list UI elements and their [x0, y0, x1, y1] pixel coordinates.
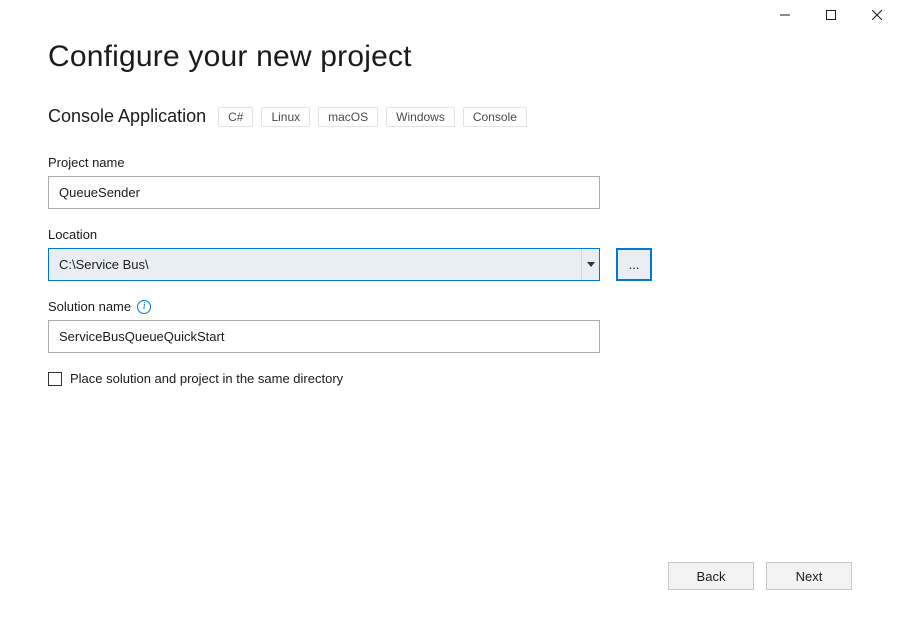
- project-name-label: Project name: [48, 155, 852, 170]
- info-icon[interactable]: i: [137, 300, 151, 314]
- template-tag: Console: [463, 107, 527, 127]
- window-controls: [762, 0, 900, 30]
- close-button[interactable]: [854, 0, 900, 30]
- template-tag: macOS: [318, 107, 378, 127]
- location-dropdown-button[interactable]: [581, 249, 599, 280]
- footer-buttons: Back Next: [668, 562, 852, 590]
- close-icon: [872, 10, 882, 20]
- page-title: Configure your new project: [48, 40, 852, 74]
- next-button[interactable]: Next: [766, 562, 852, 590]
- browse-button[interactable]: ...: [616, 248, 652, 281]
- template-tag-list: C# Linux macOS Windows Console: [218, 107, 527, 127]
- template-name: Console Application: [48, 106, 206, 127]
- same-directory-checkbox[interactable]: [48, 372, 62, 386]
- location-field: Location C:\Service Bus\ ...: [48, 227, 852, 281]
- template-tag: Windows: [386, 107, 455, 127]
- template-tag: C#: [218, 107, 253, 127]
- location-combobox[interactable]: C:\Service Bus\: [48, 248, 600, 281]
- solution-name-label-text: Solution name: [48, 299, 131, 314]
- chevron-down-icon: [587, 262, 595, 267]
- same-directory-label: Place solution and project in the same d…: [70, 371, 343, 386]
- maximize-icon: [826, 10, 836, 20]
- solution-name-label: Solution name i: [48, 299, 852, 314]
- template-tag: Linux: [261, 107, 310, 127]
- solution-name-input[interactable]: [48, 320, 600, 353]
- project-name-input[interactable]: [48, 176, 600, 209]
- location-value: C:\Service Bus\: [49, 257, 581, 272]
- solution-name-field: Solution name i: [48, 299, 852, 353]
- back-button[interactable]: Back: [668, 562, 754, 590]
- same-directory-row: Place solution and project in the same d…: [48, 371, 852, 386]
- maximize-button[interactable]: [808, 0, 854, 30]
- minimize-button[interactable]: [762, 0, 808, 30]
- location-label: Location: [48, 227, 852, 242]
- template-summary: Console Application C# Linux macOS Windo…: [48, 106, 852, 127]
- minimize-icon: [780, 10, 790, 20]
- project-name-field: Project name: [48, 155, 852, 209]
